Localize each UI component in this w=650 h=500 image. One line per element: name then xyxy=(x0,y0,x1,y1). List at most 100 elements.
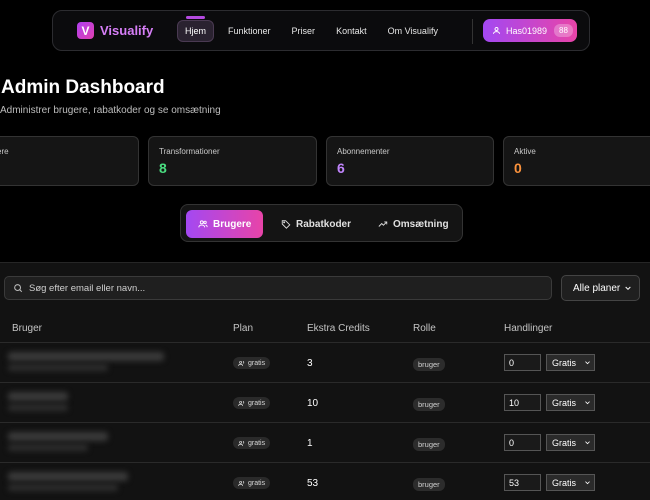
chevron-down-icon xyxy=(585,441,590,445)
column-header-plan: Plan xyxy=(233,323,254,334)
plan-badge: gratis xyxy=(233,437,271,449)
plan-select-value: Gratis xyxy=(552,357,577,368)
user-icon xyxy=(492,26,501,35)
tag-icon xyxy=(281,219,291,229)
stat-card-transformations: Transformationer 8 xyxy=(148,136,317,186)
page-subtitle: Administrer brugere, rabatkoder og se om… xyxy=(0,105,221,116)
tab-users[interactable]: Brugere xyxy=(186,210,263,238)
users-icon xyxy=(238,360,245,366)
nav-divider xyxy=(472,19,473,44)
plan-badge-label: gratis xyxy=(248,439,266,447)
user-name-redacted xyxy=(8,472,128,481)
user-menu-button[interactable]: Has01989 88 xyxy=(483,19,577,42)
plan-select-value: Gratis xyxy=(552,477,577,488)
user-email-redacted xyxy=(8,444,88,451)
credits-input[interactable]: 0 xyxy=(504,434,541,451)
credits-input[interactable]: 10 xyxy=(504,394,541,411)
credits-input-value: 0 xyxy=(509,357,515,368)
logo-icon: V xyxy=(77,22,94,39)
role-badge: bruger xyxy=(413,358,445,371)
users-panel: Alle planer Bruger Plan Ekstra Credits R… xyxy=(0,262,650,500)
user-name: Has01989 xyxy=(506,25,548,36)
stat-card-active: Aktive 0 xyxy=(503,136,650,186)
role-badge: bruger xyxy=(413,398,445,411)
chevron-down-icon xyxy=(585,361,590,365)
nav-links: Hjem Funktioner Priser Kontakt Om Visual… xyxy=(177,16,452,42)
user-email-redacted xyxy=(8,484,118,491)
role-badge: bruger xyxy=(413,478,445,491)
credits-input[interactable]: 0 xyxy=(504,354,541,371)
user-email-redacted xyxy=(8,364,108,371)
plan-badge: gratis xyxy=(233,357,271,369)
nav-link-features[interactable]: Funktioner xyxy=(221,21,278,41)
nav-link-about[interactable]: Om Visualify xyxy=(381,21,445,41)
plan-select[interactable]: Gratis xyxy=(546,394,595,411)
table-row: gratis 53 bruger 53 Gratis xyxy=(0,462,650,500)
stat-label: Transformationer xyxy=(159,147,220,156)
search-icon xyxy=(13,283,23,293)
plan-badge-label: gratis xyxy=(248,479,266,487)
stat-card-subscriptions: Abonnementer 6 xyxy=(326,136,494,186)
plan-select[interactable]: Gratis xyxy=(546,354,595,371)
search-box xyxy=(4,276,552,300)
user-email-redacted xyxy=(8,404,68,411)
plan-badge-label: gratis xyxy=(248,399,266,407)
trending-up-icon xyxy=(378,219,388,229)
brand-name: Visualify xyxy=(100,23,154,38)
extra-credits: 10 xyxy=(307,398,319,409)
table-row: gratis 3 bruger 0 Gratis xyxy=(0,342,650,382)
admin-tabs: Brugere Rabatkoder Omsætning xyxy=(180,204,463,242)
plan-select[interactable]: Gratis xyxy=(546,474,595,491)
user-name-redacted xyxy=(8,392,68,401)
chevron-down-icon xyxy=(585,401,590,405)
stat-value: 8 xyxy=(159,160,167,176)
extra-credits: 53 xyxy=(307,478,319,489)
plan-badge: gratis xyxy=(233,477,271,489)
chevron-down-icon xyxy=(585,481,590,485)
plan-select-value: Gratis xyxy=(552,397,577,408)
nav-link-home[interactable]: Hjem xyxy=(177,16,215,42)
plan-badge: gratis xyxy=(233,397,271,409)
plan-select-value: Gratis xyxy=(552,437,577,448)
role-badge: bruger xyxy=(413,438,445,451)
nav-link-contact[interactable]: Kontakt xyxy=(329,21,374,41)
brand-logo[interactable]: V Visualify xyxy=(77,22,153,39)
chevron-down-icon xyxy=(624,284,632,292)
users-icon xyxy=(238,480,245,486)
users-icon xyxy=(198,219,208,229)
table-row: gratis 1 bruger 0 Gratis xyxy=(0,422,650,462)
column-header-actions: Handlinger xyxy=(504,323,553,334)
top-navbar: V Visualify Hjem Funktioner Priser Konta… xyxy=(52,10,590,51)
stat-card-users: ere xyxy=(0,136,139,186)
users-icon xyxy=(238,440,245,446)
page-title: Admin Dashboard xyxy=(1,77,165,98)
column-header-role: Rolle xyxy=(413,323,436,334)
tab-revenue[interactable]: Omsætning xyxy=(366,210,461,238)
column-header-credits: Ekstra Credits xyxy=(307,323,370,334)
plan-filter-value: Alle planer xyxy=(573,282,621,294)
table-row: gratis 10 bruger 10 Gratis xyxy=(0,382,650,422)
column-header-user: Bruger xyxy=(12,323,43,334)
search-input[interactable] xyxy=(29,282,529,294)
plan-select[interactable]: Gratis xyxy=(546,434,595,451)
stat-label: Aktive xyxy=(514,147,536,156)
credits-input[interactable]: 53 xyxy=(504,474,541,491)
extra-credits: 3 xyxy=(307,358,313,369)
credits-badge: 88 xyxy=(554,24,573,37)
stat-label: ere xyxy=(0,147,9,156)
tab-codes-label: Rabatkoder xyxy=(296,218,352,230)
tab-discount-codes[interactable]: Rabatkoder xyxy=(269,210,363,238)
stat-value: 0 xyxy=(514,160,522,176)
users-icon xyxy=(238,400,245,406)
extra-credits: 1 xyxy=(307,438,313,449)
user-name-redacted xyxy=(8,352,164,361)
plan-filter-select[interactable]: Alle planer xyxy=(561,275,640,301)
stat-value: 6 xyxy=(337,160,345,176)
user-name-redacted xyxy=(8,432,108,441)
stat-label: Abonnementer xyxy=(337,147,390,156)
plan-badge-label: gratis xyxy=(248,359,266,367)
tab-users-label: Brugere xyxy=(213,218,252,230)
nav-link-pricing[interactable]: Priser xyxy=(285,21,323,41)
tab-revenue-label: Omsætning xyxy=(393,218,449,230)
credits-input-value: 53 xyxy=(509,477,520,488)
